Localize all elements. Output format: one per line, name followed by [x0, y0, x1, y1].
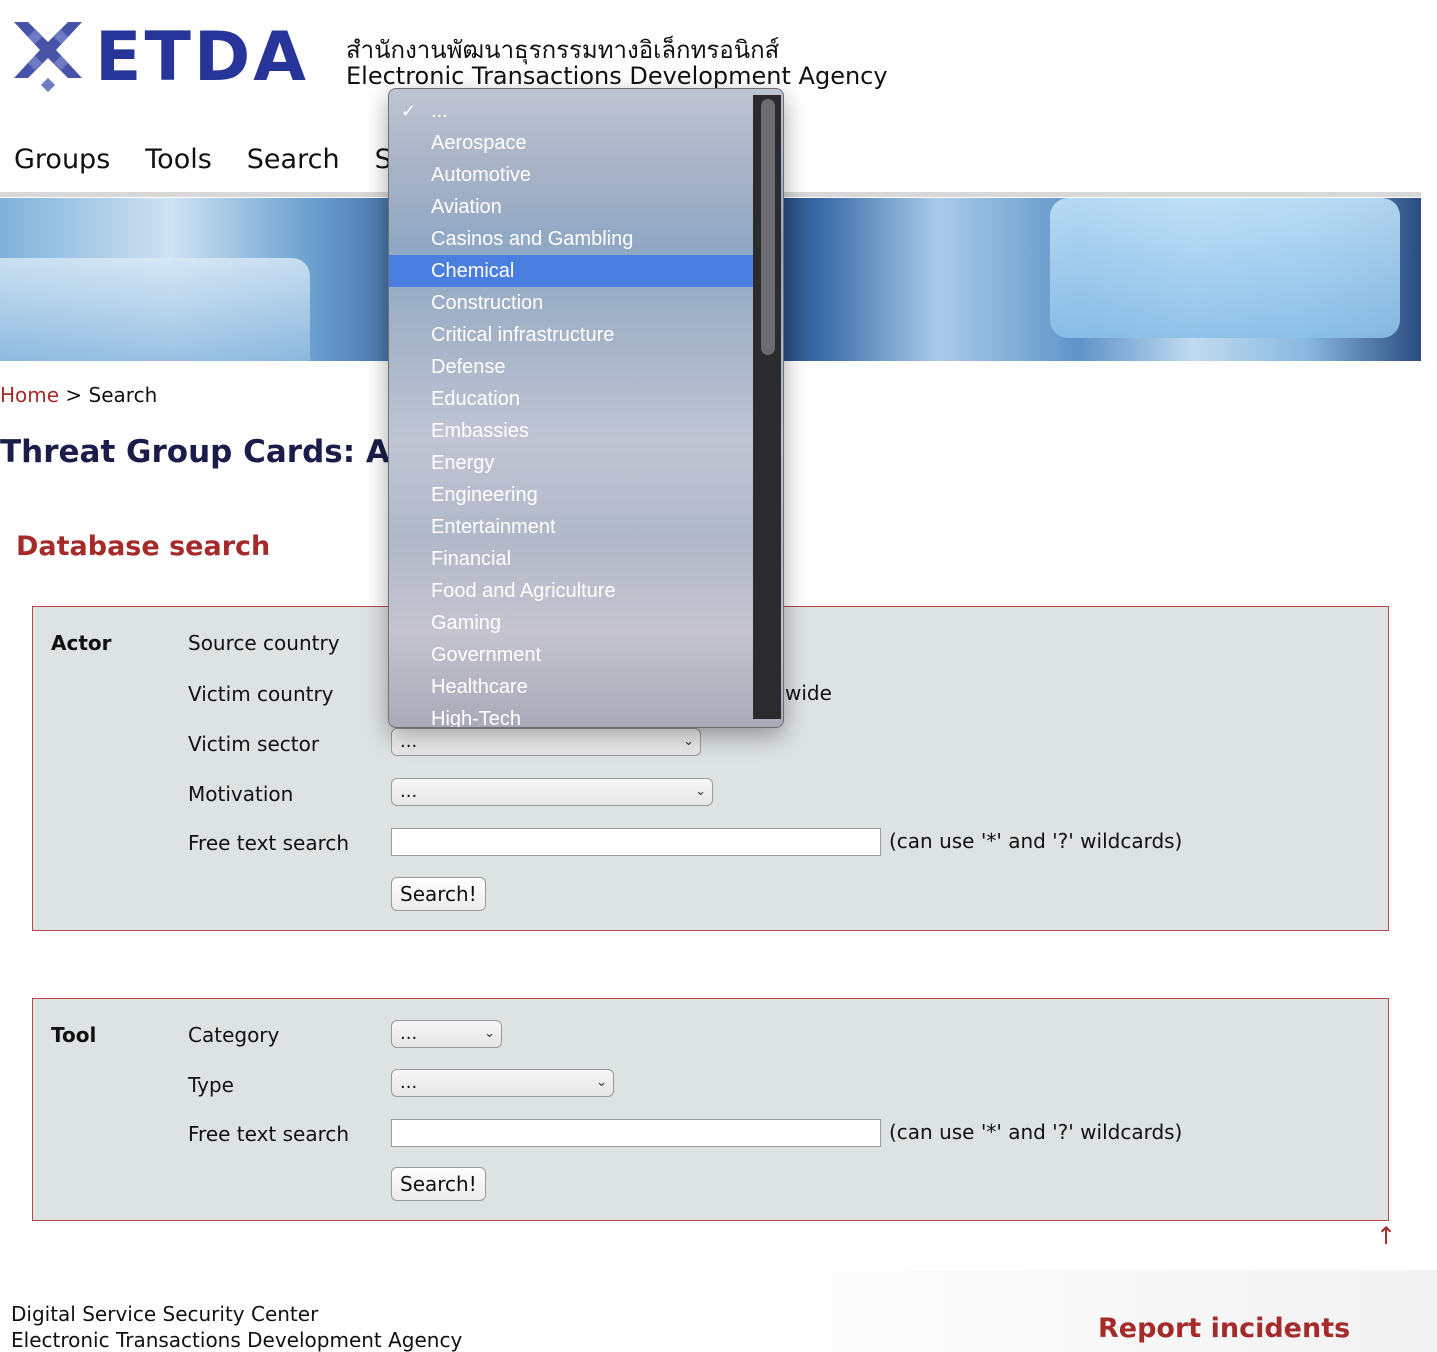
breadcrumb: Home > Search	[0, 383, 157, 407]
section-title: Database search	[16, 531, 271, 562]
dropdown-option[interactable]: Engineering	[389, 479, 753, 511]
dropdown-option-list: ✓... Aerospace Automotive Aviation Casinos a…	[389, 95, 753, 728]
dropdown-option-label: Embassies	[431, 420, 529, 442]
org-name-english: Electronic Transactions Development Agen…	[346, 62, 888, 90]
chevron-down-icon: ⌄	[484, 1026, 495, 1041]
etda-logo-text: ETDA	[95, 18, 309, 97]
back-to-top-arrow-icon[interactable]: ↑	[1376, 1222, 1396, 1250]
tool-search-button[interactable]: Search!	[391, 1167, 486, 1201]
victim-country-label: Victim country	[188, 682, 334, 706]
motivation-value: ...	[400, 781, 418, 802]
breadcrumb-separator: >	[65, 383, 83, 407]
actor-wildcard-hint: (can use '*' and '?' wildcards)	[889, 829, 1183, 853]
dropdown-option[interactable]: Education	[389, 383, 753, 415]
category-select[interactable]: ... ⌄	[391, 1020, 502, 1048]
dropdown-option[interactable]: Chemical	[389, 255, 753, 287]
dropdown-option-label: Food and Agriculture	[431, 580, 616, 602]
type-label: Type	[188, 1073, 234, 1097]
victim-country-tail-text: wide	[785, 681, 832, 705]
nav-item-search[interactable]: Search	[247, 144, 340, 175]
dropdown-option-label: Healthcare	[431, 676, 528, 698]
chevron-down-icon: ⌄	[683, 734, 694, 749]
dropdown-option-label: Entertainment	[431, 516, 556, 538]
dropdown-option-label: Education	[431, 388, 520, 410]
actor-heading: Actor	[51, 631, 112, 655]
tool-wildcard-hint: (can use '*' and '?' wildcards)	[889, 1120, 1183, 1144]
dropdown-option-label: Automotive	[431, 164, 532, 186]
dropdown-option[interactable]: ✓...	[389, 95, 753, 127]
nav-item-tools[interactable]: Tools	[145, 144, 212, 175]
tool-free-text-input[interactable]	[391, 1119, 881, 1147]
category-value: ...	[400, 1023, 418, 1044]
victim-sector-label: Victim sector	[188, 732, 320, 756]
footer-center-name: Digital Service Security Center	[11, 1302, 319, 1326]
victim-sector-select[interactable]: ... ⌄	[391, 728, 701, 756]
footer-agency-name: Electronic Transactions Development Agen…	[11, 1328, 463, 1352]
tool-heading: Tool	[51, 1023, 97, 1047]
dropdown-option-label: Construction	[431, 292, 544, 314]
nav-item-groups[interactable]: Groups	[14, 144, 110, 175]
dropdown-option[interactable]: Aerospace	[389, 127, 753, 159]
actor-free-text-input[interactable]	[391, 828, 881, 856]
dropdown-option-label: Gaming	[431, 612, 502, 634]
victim-sector-value: ...	[400, 731, 418, 752]
dropdown-option[interactable]: Food and Agriculture	[389, 575, 753, 607]
dropdown-option[interactable]: Government	[389, 639, 753, 671]
dropdown-option[interactable]: Critical infrastructure	[389, 319, 753, 351]
dropdown-option-label: Defense	[431, 356, 506, 378]
dropdown-option-label: Energy	[431, 452, 495, 474]
dropdown-option-label: Critical infrastructure	[431, 324, 615, 346]
motivation-label: Motivation	[188, 782, 294, 806]
category-label: Category	[188, 1023, 280, 1047]
dropdown-option[interactable]: Financial	[389, 543, 753, 575]
breadcrumb-home-link[interactable]: Home	[0, 383, 59, 407]
type-value: ...	[400, 1072, 418, 1093]
dropdown-option[interactable]: High-Tech	[389, 703, 753, 728]
dropdown-option[interactable]: Casinos and Gambling	[389, 223, 753, 255]
actor-free-text-label: Free text search	[188, 831, 350, 855]
main-nav: Groups Tools Search Stat	[14, 144, 429, 175]
dropdown-option[interactable]: Aviation	[389, 191, 753, 223]
motivation-select[interactable]: ... ⌄	[391, 778, 713, 806]
source-country-label: Source country	[188, 631, 340, 655]
dropdown-option[interactable]: Automotive	[389, 159, 753, 191]
report-incidents-link[interactable]: Report incidents	[1098, 1313, 1350, 1344]
dropdown-option[interactable]: Defense	[389, 351, 753, 383]
dropdown-option[interactable]: Construction	[389, 287, 753, 319]
chevron-down-icon: ⌄	[596, 1075, 607, 1090]
dropdown-option-label: Financial	[431, 548, 512, 570]
dropdown-option-label: High-Tech	[431, 708, 522, 728]
checkmark-icon: ✓	[401, 101, 417, 121]
dropdown-option-label: Government	[431, 644, 542, 666]
dropdown-option[interactable]: Entertainment	[389, 511, 753, 543]
tool-free-text-label: Free text search	[188, 1122, 350, 1146]
dropdown-option-label: Casinos and Gambling	[431, 228, 634, 250]
tool-search-panel: Tool Category ... ⌄ Type ... ⌄ Free text…	[32, 998, 1389, 1221]
dropdown-option-label: ...	[431, 100, 448, 122]
dropdown-option-label: Aviation	[431, 196, 502, 218]
chevron-down-icon: ⌄	[695, 784, 706, 799]
type-select[interactable]: ... ⌄	[391, 1069, 614, 1097]
dropdown-option[interactable]: Energy	[389, 447, 753, 479]
breadcrumb-current: Search	[88, 383, 158, 407]
dropdown-option-label: Chemical	[431, 260, 515, 282]
dropdown-option[interactable]: Healthcare	[389, 671, 753, 703]
dropdown-option-label: Aerospace	[431, 132, 527, 154]
victim-country-dropdown-menu: ✓... Aerospace Automotive Aviation Casinos a…	[388, 88, 784, 728]
dropdown-option[interactable]: Embassies	[389, 415, 753, 447]
dropdown-option-label: Engineering	[431, 484, 538, 506]
dropdown-option[interactable]: Gaming	[389, 607, 753, 639]
actor-search-button[interactable]: Search!	[391, 877, 486, 911]
dropdown-scrollbar-thumb[interactable]	[761, 99, 775, 355]
etda-logo-icon	[14, 22, 82, 93]
